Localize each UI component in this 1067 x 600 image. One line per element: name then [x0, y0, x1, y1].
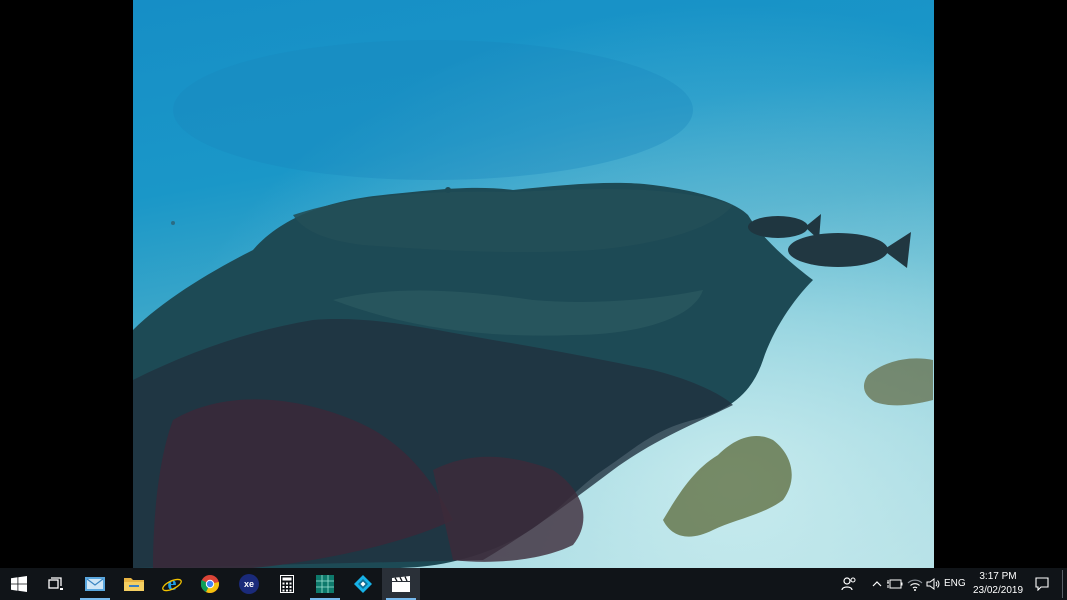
clock[interactable]: 3:17 PM 23/02/2019 [970, 570, 1026, 598]
seagrass-clump-2 [863, 358, 933, 406]
kodi-icon [354, 575, 372, 593]
file-explorer-button[interactable] [115, 568, 153, 600]
fish-large [788, 232, 911, 268]
underwater-video-frame[interactable] [133, 0, 934, 568]
task-view-button[interactable] [37, 568, 75, 600]
mail-app-button[interactable] [76, 568, 114, 600]
spreadsheet-app-button[interactable] [306, 568, 344, 600]
seagrass-clump [663, 435, 792, 537]
people-button[interactable] [838, 568, 860, 600]
action-center-button[interactable] [1032, 568, 1052, 600]
xe-icon: xe [239, 574, 259, 594]
xe-label: xe [243, 579, 254, 589]
wifi-icon [907, 579, 923, 591]
internet-explorer-icon: e [162, 574, 182, 594]
spreadsheet-icon [316, 575, 334, 593]
internet-explorer-button[interactable]: e [153, 568, 191, 600]
chrome-button[interactable] [191, 568, 229, 600]
speaker-icon [926, 578, 940, 590]
xe-currency-button[interactable]: xe [230, 568, 268, 600]
show-hidden-icons-button[interactable] [868, 568, 886, 600]
reef-scene [133, 40, 933, 568]
input-language[interactable]: ENG [944, 568, 966, 600]
chrome-icon [201, 575, 219, 593]
svg-text:e: e [168, 574, 177, 594]
notification-icon [1035, 577, 1049, 591]
clock-time: 3:17 PM [979, 571, 1017, 582]
windows-logo-icon [11, 576, 27, 592]
battery-charging-icon [887, 579, 903, 589]
calculator-icon [280, 575, 294, 593]
kodi-button[interactable] [344, 568, 382, 600]
mail-icon [85, 577, 105, 591]
people-icon [841, 577, 856, 591]
video-viewer [0, 0, 1067, 568]
taskbar: e xe ENG 3:17 PM 23/02/2019 [0, 568, 1067, 600]
clapperboard-icon [392, 576, 410, 592]
chevron-up-icon [872, 581, 882, 587]
battery-button[interactable] [886, 568, 904, 600]
clock-date: 23/02/2019 [972, 585, 1024, 596]
task-view-icon [48, 577, 63, 590]
network-button[interactable] [906, 568, 924, 600]
show-desktop-button[interactable] [1062, 570, 1063, 598]
calculator-button[interactable] [268, 568, 306, 600]
folder-icon [124, 578, 144, 591]
video-player-button[interactable] [382, 568, 420, 600]
volume-button[interactable] [924, 568, 942, 600]
start-button[interactable] [0, 568, 38, 600]
